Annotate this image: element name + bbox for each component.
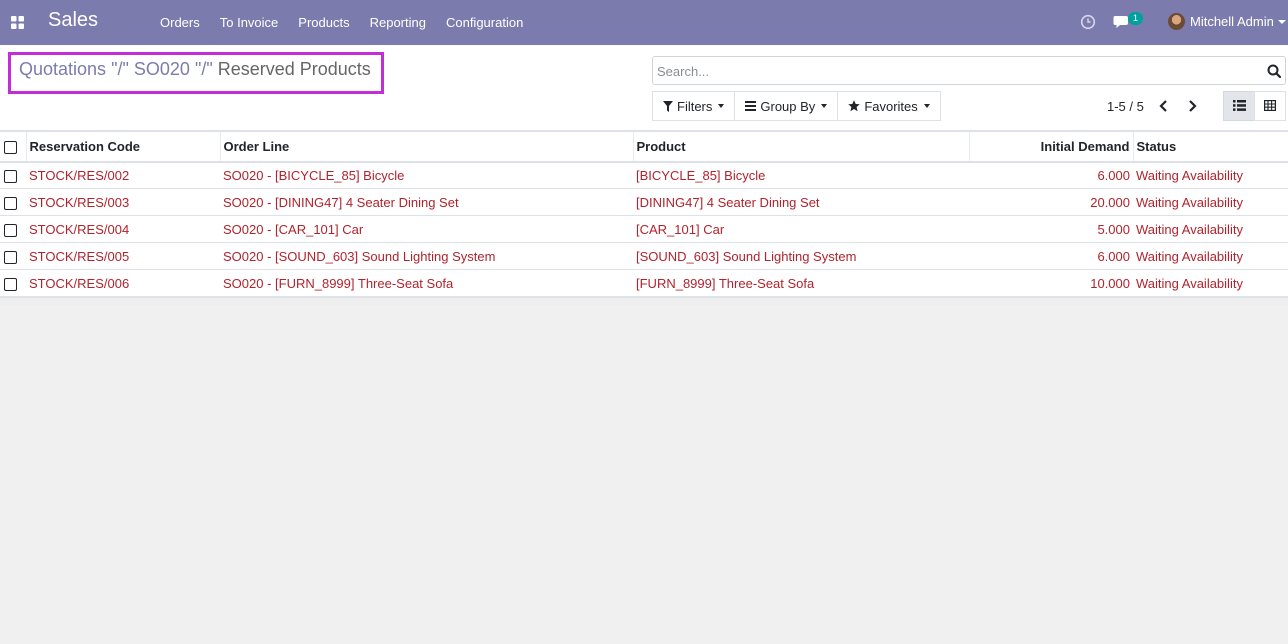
row-checkbox[interactable] xyxy=(4,169,17,183)
column-header-initial-demand[interactable]: Initial Demand xyxy=(968,131,1133,163)
reservation-code-cell[interactable]: STOCK/RES/004 xyxy=(26,216,220,243)
menu-item-products[interactable]: Products xyxy=(288,15,359,30)
product-cell[interactable]: [DINING47] 4 Seater Dining Set xyxy=(633,189,969,216)
row-select-cell xyxy=(0,270,26,297)
column-header-product[interactable]: Product xyxy=(632,131,969,163)
favorites-label: Favorites xyxy=(864,98,918,114)
status-cell[interactable]: Waiting Availability xyxy=(1133,270,1288,297)
breadcrumb: Quotations "/" SO020 "/" Reserved Produc… xyxy=(19,59,371,80)
group-by-icon xyxy=(745,101,757,111)
status-cell[interactable]: Waiting Availability xyxy=(1133,162,1288,189)
row-checkbox[interactable] xyxy=(4,223,17,237)
menu-item-configuration[interactable]: Configuration xyxy=(436,15,533,30)
order-line-cell[interactable]: SO020 - [CAR_101] Car xyxy=(220,216,633,243)
filter-icon xyxy=(663,100,673,112)
order-line-cell[interactable]: SO020 - [SOUND_603] Sound Lighting Syste… xyxy=(220,243,633,270)
select-all-cell xyxy=(0,131,26,163)
column-header-reservation-code[interactable]: Reservation Code xyxy=(25,131,220,163)
group-by-button[interactable]: Group By xyxy=(734,91,839,121)
product-cell[interactable]: [FURN_8999] Three-Seat Sofa xyxy=(633,270,969,297)
table-row[interactable]: STOCK/RES/006 SO020 - [FURN_8999] Three-… xyxy=(0,270,1288,297)
search-options: Filters Group By Favorites xyxy=(652,91,941,121)
order-line-cell[interactable]: SO020 - [DINING47] 4 Seater Dining Set xyxy=(220,189,633,216)
status-cell[interactable]: Waiting Availability xyxy=(1133,189,1288,216)
list-view-button[interactable] xyxy=(1223,91,1255,121)
breadcrumb-separator: "/" xyxy=(111,59,129,79)
filters-label: Filters xyxy=(677,98,713,114)
menu-item-to-invoice[interactable]: To Invoice xyxy=(210,15,289,30)
top-menu: Orders To Invoice Products Reporting Con… xyxy=(150,0,533,45)
avatar xyxy=(1168,13,1185,30)
chevron-down-icon xyxy=(923,104,930,108)
user-menu[interactable]: Mitchell Admin xyxy=(1168,13,1286,30)
chevron-down-icon xyxy=(1277,19,1286,24)
control-panel: Quotations "/" SO020 "/" Reserved Produc… xyxy=(0,45,1288,131)
table-row[interactable]: STOCK/RES/004 SO020 - [CAR_101] Car [CAR… xyxy=(0,216,1288,243)
apps-grid-icon[interactable] xyxy=(8,12,26,32)
status-cell[interactable]: Waiting Availability xyxy=(1133,243,1288,270)
product-cell[interactable]: [CAR_101] Car xyxy=(633,216,969,243)
breadcrumb-active: Reserved Products xyxy=(217,59,371,79)
clock-icon[interactable] xyxy=(1080,14,1096,30)
reservation-code-cell[interactable]: STOCK/RES/005 xyxy=(26,243,220,270)
menu-item-orders[interactable]: Orders xyxy=(150,15,210,30)
group-by-label: Group By xyxy=(760,98,816,114)
menu-item-reporting[interactable]: Reporting xyxy=(360,15,436,30)
user-name: Mitchell Admin xyxy=(1190,14,1274,29)
table-row[interactable]: STOCK/RES/005 SO020 - [SOUND_603] Sound … xyxy=(0,243,1288,270)
breadcrumb-item-quotations[interactable]: Quotations xyxy=(19,59,106,79)
product-cell[interactable]: [SOUND_603] Sound Lighting System xyxy=(633,243,969,270)
chevron-down-icon xyxy=(821,104,828,108)
order-line-cell[interactable]: SO020 - [FURN_8999] Three-Seat Sofa xyxy=(220,270,633,297)
pager-value[interactable]: 1-5 / 5 xyxy=(1107,99,1144,114)
star-icon xyxy=(848,100,861,112)
status-cell[interactable]: Waiting Availability xyxy=(1133,216,1288,243)
initial-demand-cell[interactable]: 10.000 xyxy=(969,270,1133,297)
chat-count-badge: 1 xyxy=(1128,12,1143,25)
pivot-view-button[interactable] xyxy=(1254,91,1286,121)
initial-demand-cell[interactable]: 20.000 xyxy=(969,189,1133,216)
chevron-down-icon xyxy=(718,104,725,108)
table-row[interactable]: STOCK/RES/002 SO020 - [BICYCLE_85] Bicyc… xyxy=(0,162,1288,189)
breadcrumb-highlight-box: Quotations "/" SO020 "/" Reserved Produc… xyxy=(8,52,384,94)
row-select-cell xyxy=(0,162,26,189)
reservation-code-cell[interactable]: STOCK/RES/002 xyxy=(26,162,220,189)
column-header-status[interactable]: Status xyxy=(1132,131,1288,163)
order-line-cell[interactable]: SO020 - [BICYCLE_85] Bicycle xyxy=(220,162,633,189)
row-select-cell xyxy=(0,243,26,270)
pivot-view-icon xyxy=(1264,99,1277,114)
row-select-cell xyxy=(0,216,26,243)
reserved-products-table: Reservation Code Order Line Product Init… xyxy=(0,131,1288,297)
app-name[interactable]: Sales xyxy=(48,9,98,32)
row-checkbox[interactable] xyxy=(4,250,17,264)
view-switcher xyxy=(1223,91,1286,121)
initial-demand-cell[interactable]: 5.000 xyxy=(969,216,1133,243)
list-view-icon xyxy=(1232,99,1246,114)
chevron-right-icon[interactable] xyxy=(1184,97,1200,115)
favorites-button[interactable]: Favorites xyxy=(837,91,941,121)
search-icon[interactable] xyxy=(1267,64,1282,79)
filters-button[interactable]: Filters xyxy=(652,91,736,121)
row-checkbox[interactable] xyxy=(4,196,17,210)
initial-demand-cell[interactable]: 6.000 xyxy=(969,162,1133,189)
breadcrumb-separator: "/" xyxy=(194,59,213,79)
reservation-code-cell[interactable]: STOCK/RES/003 xyxy=(26,189,220,216)
search-bar xyxy=(652,56,1286,85)
product-cell[interactable]: [BICYCLE_85] Bicycle xyxy=(633,162,969,189)
search-input[interactable] xyxy=(657,61,1247,81)
table-header-row: Reservation Code Order Line Product Init… xyxy=(0,131,1288,163)
table-row[interactable]: STOCK/RES/003 SO020 - [DINING47] 4 Seate… xyxy=(0,189,1288,216)
column-header-order-line[interactable]: Order Line xyxy=(219,131,633,163)
main-navbar: Sales Orders To Invoice Products Reporti… xyxy=(0,0,1288,45)
breadcrumb-item-so020[interactable]: SO020 xyxy=(134,59,190,79)
select-all-checkbox[interactable] xyxy=(4,140,17,154)
reservation-code-cell[interactable]: STOCK/RES/006 xyxy=(26,270,220,297)
list-view: Reservation Code Order Line Product Init… xyxy=(0,131,1288,305)
row-checkbox[interactable] xyxy=(4,277,17,291)
initial-demand-cell[interactable]: 6.000 xyxy=(969,243,1133,270)
chevron-left-icon[interactable] xyxy=(1156,97,1172,115)
table-footer xyxy=(0,297,1288,305)
row-select-cell xyxy=(0,189,26,216)
